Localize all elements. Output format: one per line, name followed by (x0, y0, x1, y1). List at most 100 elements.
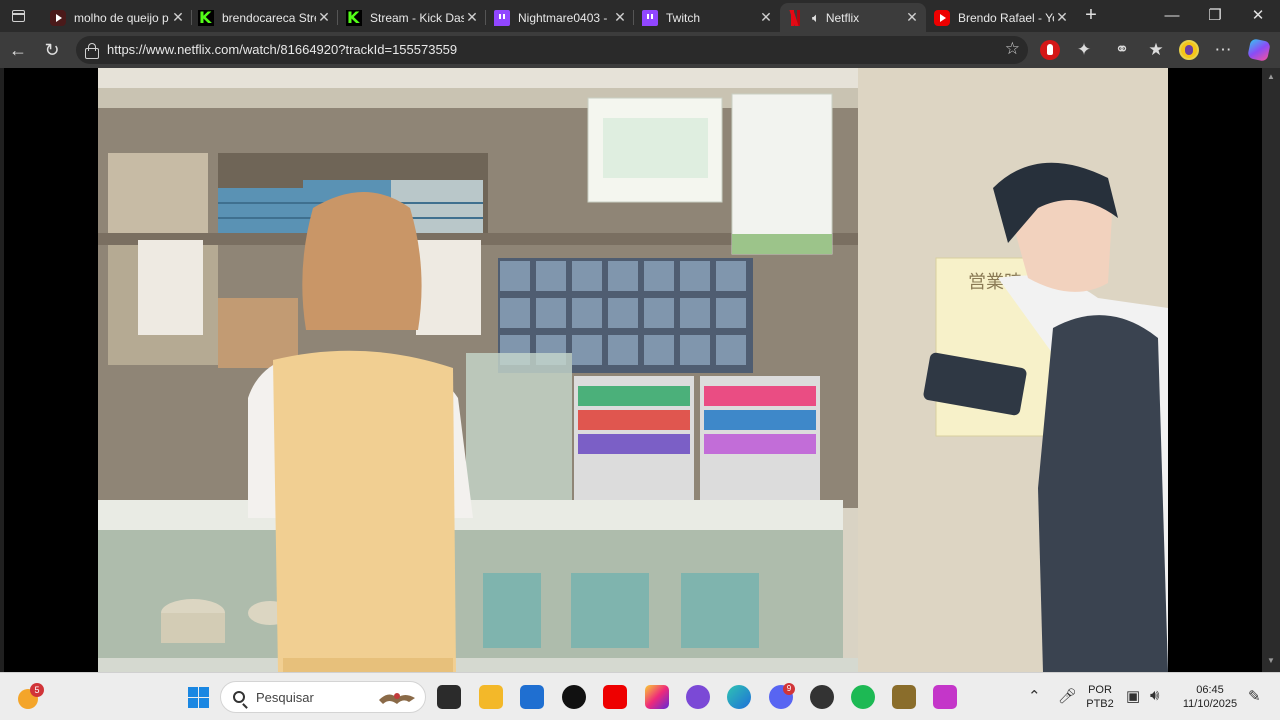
favorites-icon[interactable]: ★ (1146, 40, 1166, 60)
wall-poster-band (732, 234, 832, 254)
site-info-icon[interactable] (84, 42, 100, 59)
video-player[interactable]: 営業時 (4, 68, 1262, 672)
spotify-icon[interactable] (851, 685, 875, 709)
tape-roll (161, 613, 225, 643)
search-highlight-icon (379, 693, 415, 704)
tiktok-icon[interactable] (562, 685, 586, 709)
display-case (466, 353, 572, 503)
tab-close-icon[interactable]: ✕ (1054, 9, 1070, 26)
restore-button[interactable]: ❐ (1193, 0, 1237, 32)
show-hidden-icons-chevron-icon[interactable]: ⌃ (1028, 687, 1041, 705)
refresh-button[interactable]: ↻ (40, 38, 64, 62)
keyboard-layout: PTB2 (1086, 698, 1114, 710)
tab-title: molho de queijo p (74, 10, 169, 25)
profile-avatar[interactable] (1179, 40, 1199, 60)
more-menu-icon[interactable]: ⋯ (1213, 40, 1233, 60)
language-code: POR (1088, 684, 1112, 696)
close-window-button[interactable]: ✕ (1236, 0, 1280, 32)
microsoft-store-icon[interactable] (520, 685, 544, 709)
discord-notification-badge: 9 (783, 683, 795, 695)
network-icon[interactable]: ▣ (1126, 687, 1140, 705)
browser-tab[interactable]: Nightmare0403 - ✕ (486, 3, 634, 32)
favorite-star-icon[interactable]: ☆ (1005, 39, 1020, 59)
kick-icon (346, 8, 362, 27)
file-explorer-icon[interactable] (479, 685, 503, 709)
instagram-icon[interactable] (645, 685, 669, 709)
scene-ceiling (98, 68, 858, 88)
launcher-app-icon[interactable] (686, 685, 710, 709)
wall-poster (731, 93, 833, 255)
tab-title: Twitch (666, 10, 701, 25)
storage-bin (483, 573, 541, 648)
storage-bin (571, 573, 649, 648)
edge-browser-icon[interactable] (727, 685, 751, 709)
tab-close-icon[interactable]: ✕ (316, 9, 332, 26)
youtube-icon (50, 9, 66, 26)
tab-title: Nightmare0403 - (518, 10, 608, 25)
tab-close-icon[interactable]: ✕ (904, 9, 920, 26)
tab-close-icon[interactable]: ✕ (612, 9, 628, 26)
windows-taskbar: 5 Pesquisar 9 ⌃ 🎤︎ POR PTB2 ▣ 🔊︎ 06:45 1… (0, 672, 1280, 720)
speaker-icon[interactable]: 🔈︎ (812, 10, 820, 26)
browser-tab[interactable]: brendocareca Stre ✕ (190, 3, 338, 32)
video-frame: 営業時 (98, 68, 1168, 672)
tab-actions-button[interactable] (8, 6, 30, 26)
weather-widget[interactable]: 5 (16, 683, 46, 711)
back-button[interactable]: ← (6, 38, 30, 62)
adblock-extension-icon[interactable] (1040, 40, 1060, 60)
browser-tab[interactable]: Twitch ✕ (634, 3, 780, 32)
browser-tab-active[interactable]: 🔈︎ Netflix ✕ (780, 3, 926, 32)
shelf-paper-note (138, 240, 203, 335)
start-button[interactable] (188, 687, 209, 708)
search-icon (233, 691, 245, 703)
new-tab-button[interactable]: + (1080, 4, 1102, 26)
browser-tab[interactable]: Stream - Kick Dasl ✕ (338, 3, 486, 32)
shelf-paper-note (416, 240, 481, 335)
search-placeholder: Pesquisar (256, 690, 314, 705)
task-view-icon[interactable] (437, 685, 461, 709)
copilot-icon[interactable] (1247, 38, 1271, 62)
browser-tab-strip: molho de queijo p ✕ brendocareca Stre ✕ … (0, 0, 1280, 32)
shelf-box (108, 153, 208, 233)
kick-icon (198, 8, 214, 27)
widget-notification-badge: 5 (30, 683, 44, 697)
twitch-icon (494, 9, 510, 26)
tab-title: Stream - Kick Dasl (370, 10, 464, 25)
youtube-taskbar-icon[interactable] (603, 685, 627, 709)
game-launcher-icon[interactable] (810, 685, 834, 709)
youtube-icon (934, 9, 950, 26)
system-clock[interactable]: 06:45 11/10/2025 (1176, 683, 1244, 711)
browser-essentials-icon[interactable]: ⚭ (1112, 40, 1132, 60)
browser-toolbar: ← ↻ https://www.netflix.com/watch/816649… (0, 32, 1280, 68)
tab-close-icon[interactable]: ✕ (170, 9, 186, 26)
clock-date: 11/10/2025 (1182, 698, 1238, 710)
twitch-icon (642, 9, 658, 26)
input-language-indicator[interactable]: POR PTB2 (1084, 683, 1116, 711)
storage-bin (681, 573, 759, 648)
league-of-legends-icon[interactable] (892, 685, 916, 709)
scroll-down-icon[interactable]: ▼ (1267, 656, 1275, 665)
microphone-icon[interactable]: 🎤︎ (1058, 687, 1077, 705)
tab-actions-icon (12, 10, 25, 22)
tab-title: Netflix (825, 10, 860, 25)
wall-poster-panel (603, 118, 708, 178)
tab-title: Brendo Rafael - Yo (958, 10, 1054, 25)
volume-icon[interactable]: 🔊︎ (1150, 687, 1159, 704)
scroll-up-icon[interactable]: ▲ (1267, 72, 1275, 81)
streaming-app-icon[interactable] (933, 685, 957, 709)
tab-close-icon[interactable]: ✕ (464, 9, 480, 26)
minimize-button[interactable]: — (1150, 0, 1194, 32)
taskbar-search-box[interactable]: Pesquisar (220, 681, 426, 713)
notifications-icon[interactable]: ✎ (1248, 687, 1261, 705)
counter-base (98, 658, 858, 672)
browser-tab[interactable]: Brendo Rafael - Yo ✕ (926, 3, 1076, 32)
tab-title: brendocareca Stre (222, 10, 316, 25)
netflix-icon (788, 9, 804, 26)
page-scrollbar[interactable]: ▲ ▼ (1262, 68, 1280, 672)
browser-tab[interactable]: molho de queijo p ✕ (42, 3, 192, 32)
clock-time: 06:45 (1196, 684, 1224, 696)
tab-close-icon[interactable]: ✕ (758, 9, 774, 26)
address-bar[interactable]: https://www.netflix.com/watch/81664920?t… (76, 36, 1028, 64)
extensions-puzzle-icon[interactable]: ✦ (1074, 40, 1094, 60)
address-url[interactable]: https://www.netflix.com/watch/81664920?t… (107, 42, 457, 57)
